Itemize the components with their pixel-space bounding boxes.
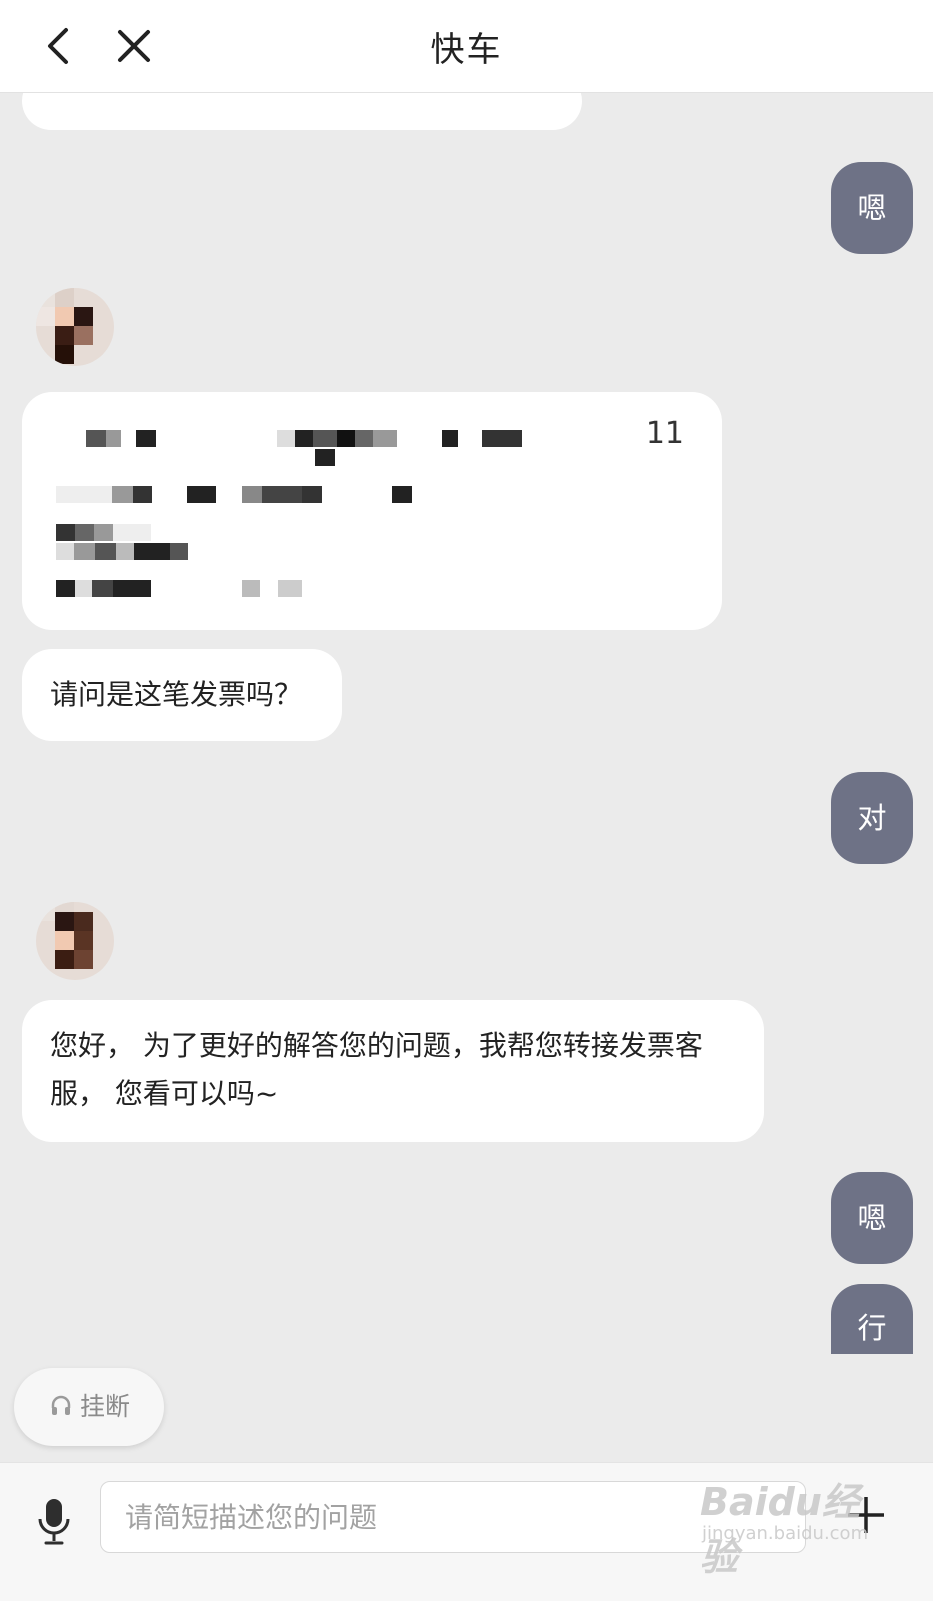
agent-message-partial [22, 92, 582, 130]
plus-icon[interactable] [846, 1495, 886, 1535]
user-message: 行 [831, 1284, 913, 1354]
chat-area[interactable]: 嗯 11 请问是这笔发票吗？ 对 您好， 为了更好的解答您的问题，我帮您转接发票… [0, 92, 933, 1382]
hangup-label: 挂断 [80, 1392, 131, 1421]
nav-bar: 快车 [0, 0, 933, 93]
agent-avatar[interactable] [36, 902, 114, 980]
invoice-card[interactable]: 11 [22, 392, 722, 630]
pixelated-text [56, 486, 216, 503]
pixelated-text [242, 580, 302, 597]
user-message: 嗯 [831, 162, 913, 254]
agent-message: 您好， 为了更好的解答您的问题，我帮您转接发票客服， 您看可以吗~ [22, 1000, 764, 1142]
card-time: 11 [645, 416, 684, 451]
pixelated-text [392, 486, 412, 503]
pixelated-text [277, 430, 397, 447]
pixelated-text [56, 580, 151, 597]
pixelated-text [56, 524, 151, 541]
input-bar: Baidu经验 jingyan.baidu.com [0, 1462, 933, 1601]
page-title: 快车 [430, 30, 503, 70]
message-input[interactable] [100, 1481, 806, 1553]
pixelated-text [442, 430, 522, 447]
pixelated-text [242, 486, 322, 503]
pixelated-text [56, 543, 206, 560]
message-text: 请问是这笔发票吗？ [50, 678, 303, 711]
pixelated-text [56, 430, 156, 447]
microphone-icon[interactable] [36, 1497, 72, 1547]
agent-avatar[interactable] [36, 288, 114, 366]
message-text: 您好， 为了更好的解答您的问题，我帮您转接发票客服， 您看可以吗~ [50, 1029, 703, 1110]
hangup-button[interactable]: 挂断 [14, 1368, 164, 1446]
user-message: 对 [831, 772, 913, 864]
agent-message: 请问是这笔发票吗？ [22, 649, 342, 741]
headset-icon [51, 1395, 71, 1415]
pixelated-text [315, 449, 335, 466]
user-message: 嗯 [831, 1172, 913, 1264]
